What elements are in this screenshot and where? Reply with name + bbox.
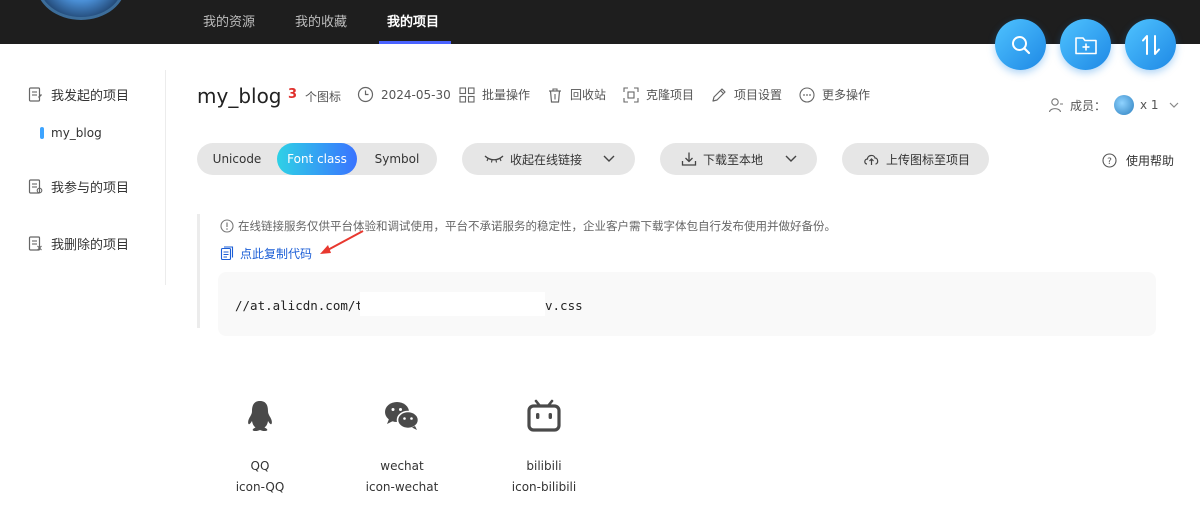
copy-icon <box>220 246 234 261</box>
copy-code-link[interactable]: 点此复制代码 <box>220 245 312 262</box>
code-url-head[interactable]: //at.alicdn.com/t/ <box>235 298 370 313</box>
icon-card-bilibili[interactable]: bilibili icon-bilibili <box>484 390 604 494</box>
search-icon <box>1011 35 1030 54</box>
sidebar-project-my-blog[interactable]: my_blog <box>40 126 102 140</box>
sidebar-item-label: 我发起的项目 <box>51 88 130 104</box>
icon-count-label: 个图标 <box>305 90 342 104</box>
trash-icon <box>549 87 561 103</box>
more-icon <box>799 86 815 103</box>
cloud-upload-icon <box>864 154 879 165</box>
batch-operation-button[interactable]: 批量操作 <box>459 86 530 103</box>
redacted-region <box>360 292 545 316</box>
document-icon <box>28 178 43 194</box>
recycle-bin-label: 回收站 <box>570 88 607 102</box>
tab-unicode[interactable]: Unicode <box>197 143 277 175</box>
add-folder-icon <box>1074 36 1097 54</box>
document-icon <box>28 235 42 251</box>
tab-font-class[interactable]: Font class <box>277 143 357 175</box>
grid-icon <box>459 86 475 103</box>
sort-button[interactable] <box>1125 19 1176 70</box>
project-settings-label: 项目设置 <box>734 88 783 102</box>
sidebar-divider <box>165 70 166 285</box>
active-marker <box>40 127 44 139</box>
icon-name: bilibili <box>526 459 562 473</box>
recycle-bin-button[interactable]: 回收站 <box>547 86 606 103</box>
member-avatar <box>1114 95 1135 115</box>
chevron-down-icon <box>1169 102 1179 108</box>
bilibili-icon <box>484 390 604 442</box>
clock-icon <box>357 86 374 103</box>
sidebar-project-label: my_blog <box>51 126 102 140</box>
sort-icon <box>1141 34 1160 55</box>
clone-project-label: 克隆项目 <box>646 88 695 102</box>
help-label: 使用帮助 <box>1126 154 1175 168</box>
more-actions-button[interactable]: 更多操作 <box>799 86 870 103</box>
project-settings-button[interactable]: 项目设置 <box>711 86 782 103</box>
user-avatar[interactable] <box>36 0 126 20</box>
online-link-notice: 在线链接服务仅供平台体验和调试使用，平台不承诺服务的稳定性，企业客户需下载字体包… <box>220 218 836 234</box>
help-link[interactable]: ? 使用帮助 <box>1102 152 1174 169</box>
font-mode-tabs: Unicode Font class Symbol <box>197 143 437 175</box>
download-button[interactable]: 下载至本地 <box>660 143 817 175</box>
annotation-arrow <box>320 230 364 254</box>
download-label: 下载至本地 <box>703 152 764 167</box>
project-date: 2024-05-30 <box>357 86 451 103</box>
icon-count: 3 <box>288 87 298 102</box>
tab-my-favorites[interactable]: 我的收藏 <box>295 11 347 30</box>
icon-card-wechat[interactable]: wechat icon-wechat <box>342 390 462 494</box>
sidebar-item-label: 我删除的项目 <box>51 237 130 253</box>
project-date-text: 2024-05-30 <box>381 87 451 102</box>
pencil-icon <box>712 87 726 102</box>
download-icon <box>681 152 697 166</box>
members-label: 成员： <box>1070 98 1107 113</box>
tab-my-resources[interactable]: 我的资源 <box>203 11 255 30</box>
code-url-tail[interactable]: v.css <box>545 298 583 313</box>
wechat-icon <box>342 390 462 442</box>
members-count: x 1 <box>1140 98 1159 112</box>
sidebar-item-my-projects[interactable]: 我发起的项目 <box>28 84 129 104</box>
search-button[interactable] <box>995 19 1046 70</box>
icon-class: icon-bilibili <box>511 480 577 494</box>
help-icon: ? <box>1102 153 1117 168</box>
tab-symbol[interactable]: Symbol <box>357 143 437 175</box>
icon-card-qq[interactable]: QQ icon-QQ <box>200 390 320 494</box>
info-icon <box>220 219 234 233</box>
upload-icons-button[interactable]: 上传图标至项目 <box>842 143 989 175</box>
user-icon <box>1048 98 1063 113</box>
copy-code-label: 点此复制代码 <box>240 247 313 261</box>
qq-icon <box>200 390 320 442</box>
clone-icon <box>623 86 639 103</box>
add-project-button[interactable] <box>1060 19 1111 70</box>
icon-name: QQ <box>250 459 270 473</box>
sidebar-item-label: 我参与的项目 <box>51 180 130 196</box>
eye-closed-icon <box>484 155 504 163</box>
chevron-down-icon <box>603 155 615 162</box>
icon-class: icon-QQ <box>235 480 285 494</box>
toggle-online-link-label: 收起在线链接 <box>510 152 583 167</box>
clone-project-button[interactable]: 克隆项目 <box>623 86 694 103</box>
chevron-down-icon <box>785 155 797 162</box>
upload-icons-label: 上传图标至项目 <box>886 152 971 167</box>
sidebar-item-joined-projects[interactable]: 我参与的项目 <box>28 176 129 196</box>
document-icon <box>28 86 42 102</box>
batch-operation-label: 批量操作 <box>482 88 531 102</box>
more-actions-label: 更多操作 <box>822 88 871 102</box>
toggle-online-link-button[interactable]: 收起在线链接 <box>462 143 635 175</box>
icon-class: icon-wechat <box>365 480 439 494</box>
active-tab-indicator <box>379 41 451 44</box>
project-title: my_blog <box>197 84 282 108</box>
svg-text:?: ? <box>1107 157 1112 167</box>
sidebar-item-deleted-projects[interactable]: 我删除的项目 <box>28 233 129 253</box>
notice-side-bar <box>197 214 200 328</box>
icon-name: wechat <box>380 459 424 473</box>
tab-my-projects[interactable]: 我的项目 <box>387 11 439 30</box>
members-dropdown[interactable]: 成员： x 1 <box>1048 95 1179 115</box>
